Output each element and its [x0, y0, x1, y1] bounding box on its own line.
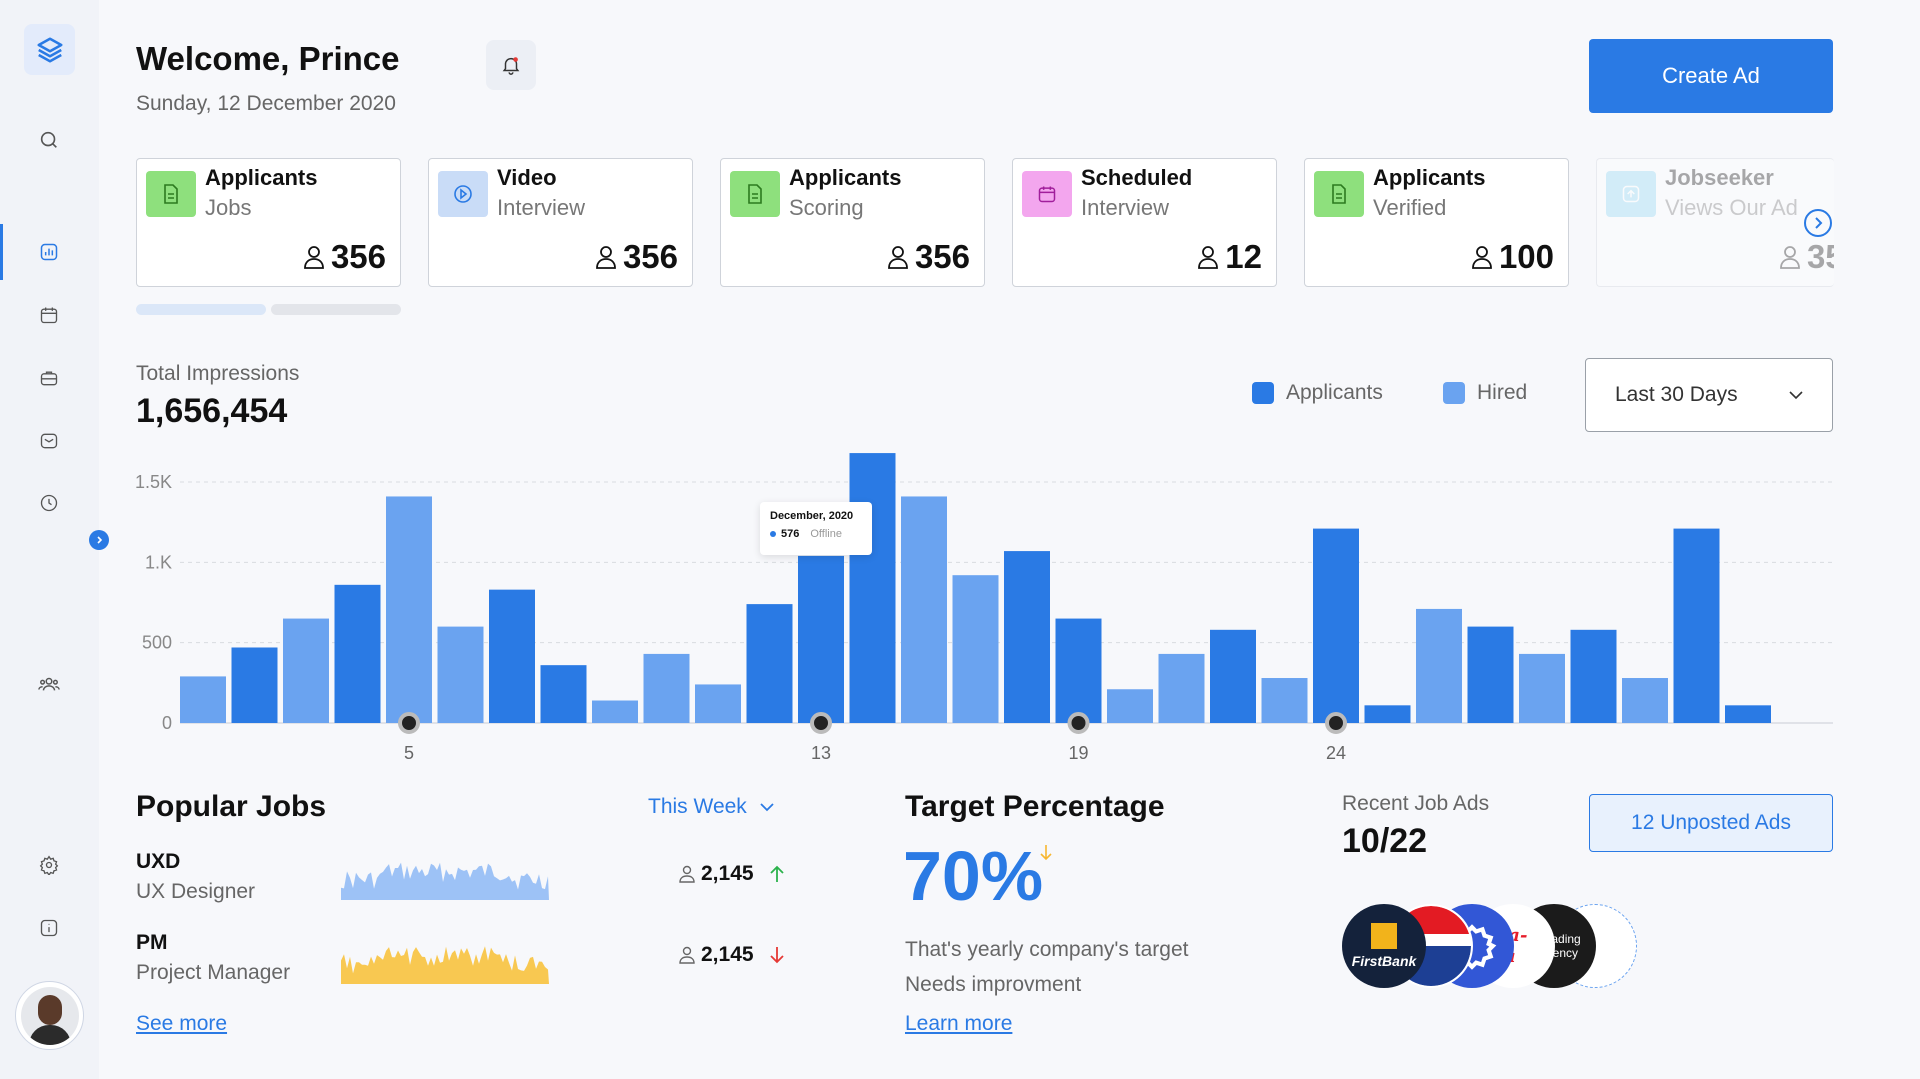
tooltip-status: Offline: [810, 528, 842, 540]
tooltip-date: December, 2020: [770, 510, 854, 522]
target-status: Needs improvment: [905, 973, 1082, 996]
chart-tooltip: December, 2020 576 Offline: [760, 502, 872, 555]
x-tick-label: 5: [404, 743, 414, 763]
job-sparkline: [341, 946, 549, 984]
chart-bar[interactable]: [952, 575, 999, 723]
chart-bar[interactable]: [901, 496, 947, 723]
see-more-link[interactable]: See more: [136, 1012, 227, 1036]
chart-bar[interactable]: [1467, 626, 1514, 723]
x-tick-label: 24: [1326, 743, 1346, 763]
y-tick-label: 1.K: [145, 552, 172, 572]
chart-bar[interactable]: [334, 584, 381, 723]
target-title: Target Percentage: [905, 790, 1165, 823]
tooltip-value: 576: [781, 528, 800, 540]
brand-label: FirstBank: [1351, 953, 1417, 969]
unposted-ads-button[interactable]: 12 Unposted Ads: [1589, 794, 1833, 852]
x-marker[interactable]: [1067, 712, 1090, 734]
chart-bar[interactable]: [1364, 705, 1411, 723]
y-tick-label: 0: [162, 713, 172, 733]
chart-bar[interactable]: [1004, 551, 1050, 723]
impressions-chart: 0 500 1.K 1.5K 5 13 19 24: [135, 453, 1833, 763]
job-name: Project Manager: [136, 961, 291, 984]
job-count-value: 2,145: [701, 862, 754, 885]
arrow-down-icon: [769, 947, 784, 964]
user-icon: [679, 946, 695, 964]
chart-bar[interactable]: [746, 604, 793, 723]
popular-jobs-title: Popular Jobs: [136, 790, 327, 823]
x-marker[interactable]: [810, 712, 832, 734]
x-tick-label: 19: [1068, 743, 1088, 763]
chart-bar[interactable]: [386, 496, 432, 723]
chart-bar[interactable]: [283, 618, 329, 723]
chart-bar[interactable]: [231, 647, 278, 723]
brand-logo[interactable]: FirstBank: [1342, 904, 1426, 988]
arrow-up-icon: [769, 865, 784, 882]
y-tick-label: 1.5K: [135, 472, 172, 492]
chart-bar[interactable]: [1158, 653, 1205, 723]
job-sparkline: [341, 862, 549, 900]
chart-bar[interactable]: [643, 653, 690, 723]
chart-bar[interactable]: [592, 700, 638, 723]
job-count: 2,145: [679, 943, 786, 967]
recent-ads-label: Recent Job Ads: [1342, 792, 1490, 815]
chart-bar[interactable]: [1210, 629, 1256, 723]
x-marker[interactable]: [1325, 712, 1347, 734]
chevron-down-icon: [760, 803, 774, 812]
period-select[interactable]: This Week: [648, 795, 775, 819]
chart-bar[interactable]: [540, 665, 587, 723]
job-code: PM: [136, 931, 168, 954]
chart-bar[interactable]: [180, 676, 226, 723]
chart-bar[interactable]: [798, 555, 844, 723]
chart-bar[interactable]: [437, 626, 484, 723]
job-count-value: 2,145: [701, 943, 754, 966]
chart-bar[interactable]: [1725, 705, 1771, 723]
y-tick-label: 500: [142, 633, 172, 653]
firstbank-elephant-icon: [1371, 923, 1397, 949]
arrow-down-icon: [1040, 845, 1052, 861]
learn-more-link[interactable]: Learn more: [905, 1012, 1012, 1036]
job-count: 2,145: [679, 862, 786, 886]
period-label: This Week: [648, 795, 747, 818]
target-value: 70%: [903, 837, 1044, 915]
target-description: That's yearly company's target: [905, 938, 1189, 961]
chart-bar[interactable]: [1055, 618, 1102, 723]
tooltip-dot: [770, 531, 776, 537]
chart-bar[interactable]: [1673, 528, 1720, 723]
chart-bar[interactable]: [849, 453, 896, 723]
chart-bar[interactable]: [1570, 629, 1617, 723]
job-code: UXD: [136, 850, 181, 873]
chart-bar[interactable]: [489, 589, 535, 723]
chart-bar[interactable]: [1107, 689, 1153, 723]
chart-bar[interactable]: [1313, 528, 1359, 723]
chart-bar[interactable]: [695, 684, 741, 723]
job-name: UX Designer: [136, 880, 256, 903]
chart-bar[interactable]: [1416, 608, 1462, 723]
x-marker[interactable]: [398, 712, 420, 734]
user-icon: [679, 865, 695, 883]
x-tick-label: 13: [811, 743, 831, 763]
chart-bar[interactable]: [1519, 653, 1565, 723]
chart-bar[interactable]: [1261, 678, 1308, 723]
chart-bar[interactable]: [1622, 678, 1668, 723]
recent-ads-value: 10/22: [1342, 822, 1428, 860]
